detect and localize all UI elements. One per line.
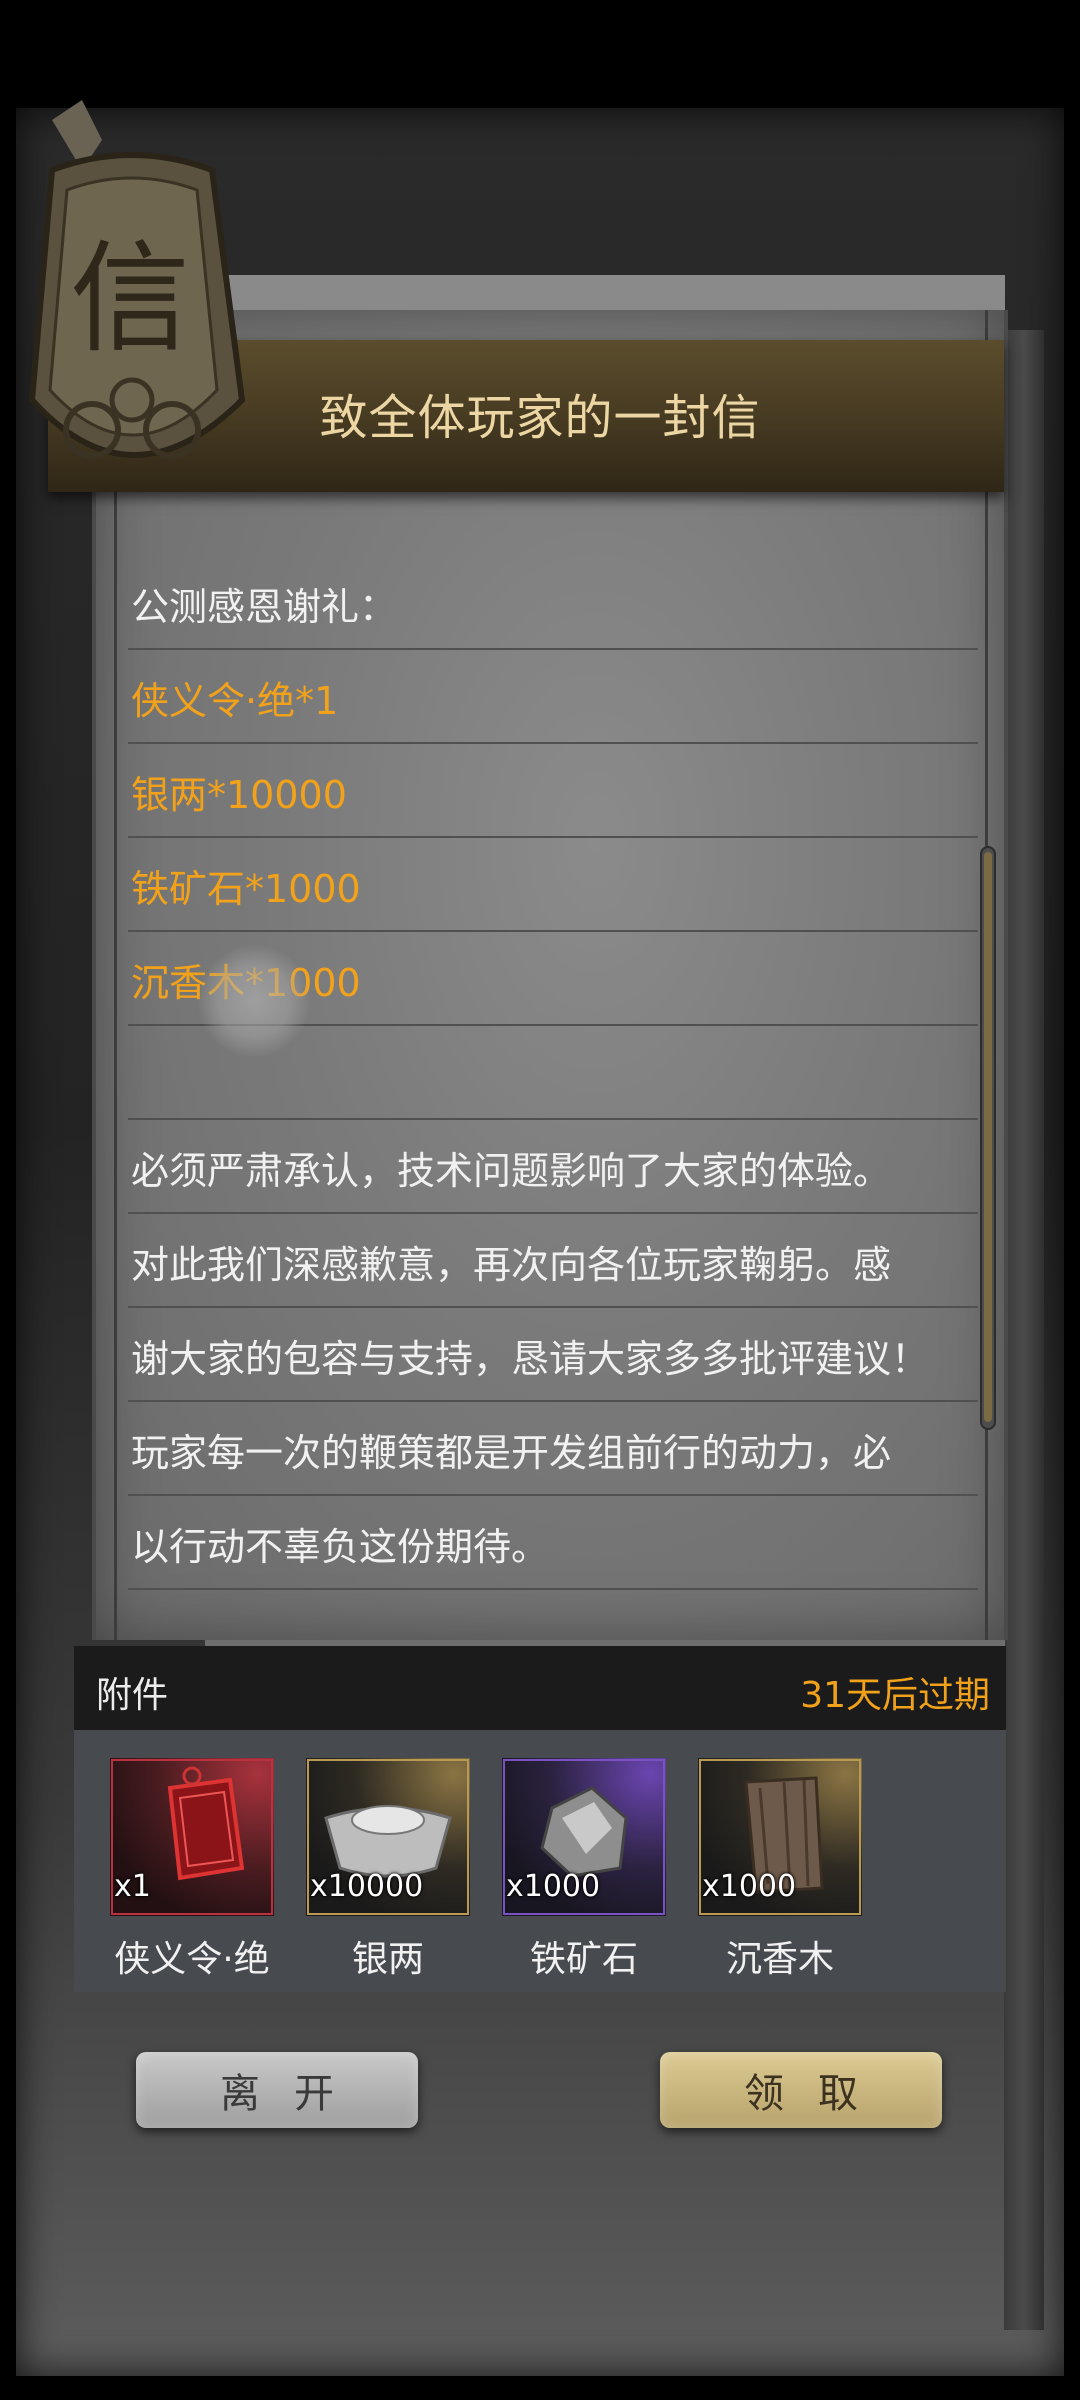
attachment-qty: x10000 — [310, 1869, 424, 1904]
attachments-label: 附件 — [96, 1675, 169, 1716]
attachment-item[interactable]: x1000 铁矿石 — [502, 1758, 666, 1982]
touch-indicator — [198, 945, 310, 1057]
attachment-slot[interactable]: x10000 — [306, 1758, 470, 1916]
letter-seal-icon: 信 — [28, 100, 246, 459]
letter-scrollbar[interactable] — [980, 846, 996, 1430]
attachments-header: 附件 31天后过期 — [74, 1646, 1006, 1730]
frame-pillar — [1004, 330, 1044, 2330]
letter-line: 以行动不辜负这份期待。 — [128, 1494, 978, 1590]
attachment-item[interactable]: x10000 银两 — [306, 1758, 470, 1982]
letter-line: 必须严肃承认，技术问题影响了大家的体验。 — [128, 1118, 978, 1214]
letter-title: 致全体玩家的一封信 — [319, 390, 761, 446]
attachment-item[interactable]: x1 侠义令·绝 — [110, 1758, 274, 1982]
letter-line: 侠义令·绝*1 — [128, 648, 978, 744]
attachment-slot[interactable]: x1 — [110, 1758, 274, 1916]
scrollbar-thumb[interactable] — [984, 852, 992, 1422]
letter-line: 银两*10000 — [128, 742, 978, 838]
letter-line: 对此我们深感歉意，再次向各位玩家鞠躬。感 — [128, 1212, 978, 1308]
attachment-name: 铁矿石 — [529, 1939, 638, 1980]
attachment-name: 银两 — [351, 1939, 424, 1980]
expire-text: 31天后过期 — [800, 1675, 990, 1716]
leave-button[interactable]: 离开 — [136, 2052, 418, 2128]
claim-button[interactable]: 领取 — [660, 2052, 942, 2128]
attachment-qty: x1000 — [702, 1869, 797, 1904]
attachment-slot[interactable]: x1000 — [698, 1758, 862, 1916]
letter-line: 谢大家的包容与支持，恳请大家多多批评建议！ — [128, 1306, 978, 1402]
letter-line: 铁矿石*1000 — [128, 836, 978, 932]
attachment-item[interactable]: x1000 沉香木 — [698, 1758, 862, 1982]
seal-char: 信 — [70, 230, 190, 369]
letter-line: 玩家每一次的鞭策都是开发组前行的动力，必 — [128, 1400, 978, 1496]
attachment-qty: x1000 — [506, 1869, 601, 1904]
attachment-slot[interactable]: x1000 — [502, 1758, 666, 1916]
attachment-name: 沉香木 — [725, 1939, 834, 1980]
attachment-qty: x1 — [114, 1869, 151, 1904]
letter-line: 公测感恩谢礼： — [128, 554, 978, 650]
attachment-name: 侠义令·绝 — [114, 1939, 270, 1980]
attachments-panel: 附件 31天后过期 x1 侠义令·绝 x10000 银两 x1000 铁矿石 x… — [74, 1646, 1006, 1992]
